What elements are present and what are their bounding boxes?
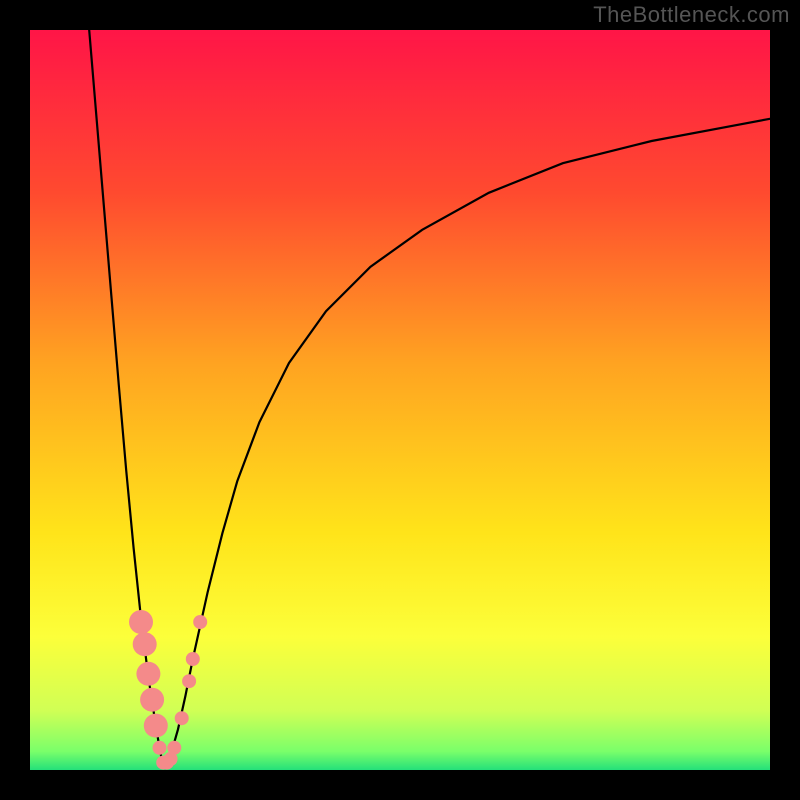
marker-point: [129, 610, 153, 634]
marker-point: [175, 711, 189, 725]
marker-point: [186, 652, 200, 666]
marker-point: [144, 714, 168, 738]
plot-area: [30, 30, 770, 770]
marker-point: [153, 741, 167, 755]
watermark-text: TheBottleneck.com: [593, 2, 790, 28]
chart-svg: [30, 30, 770, 770]
marker-point: [133, 632, 157, 656]
marker-point: [193, 615, 207, 629]
gradient-background: [30, 30, 770, 770]
marker-point: [182, 674, 196, 688]
marker-point: [167, 741, 181, 755]
marker-point: [140, 688, 164, 712]
marker-point: [136, 662, 160, 686]
chart-frame: TheBottleneck.com: [0, 0, 800, 800]
